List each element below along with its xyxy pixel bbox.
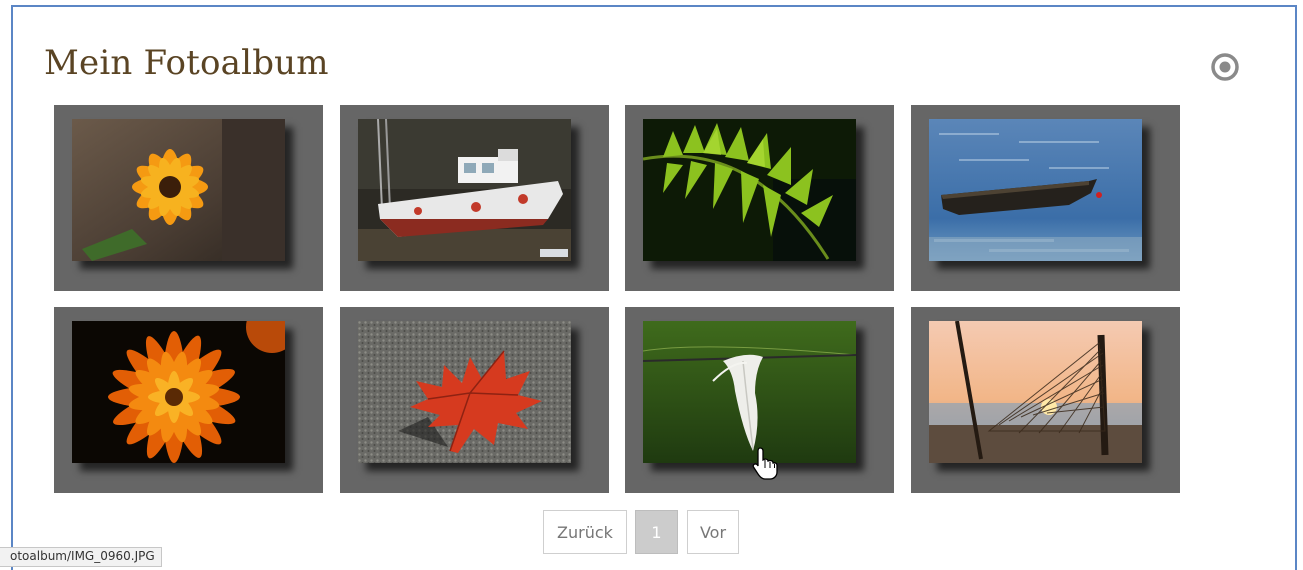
photo-thumbnail-boat[interactable] — [358, 119, 571, 261]
photo-tile[interactable] — [911, 307, 1180, 493]
prev-page-button[interactable]: Zurück — [543, 510, 627, 554]
photo-tile[interactable] — [340, 307, 609, 493]
status-url-text: otoalbum/IMG_0960.JPG — [10, 549, 155, 563]
photo-thumbnail-chrysanthemum[interactable] — [72, 321, 285, 463]
next-page-button[interactable]: Vor — [687, 510, 739, 554]
settings-circle-icon[interactable] — [1210, 52, 1240, 82]
photo-tile[interactable] — [911, 105, 1180, 291]
photo-tile[interactable] — [54, 307, 323, 493]
current-page-indicator: 1 — [635, 510, 678, 554]
photo-thumbnail-net[interactable] — [929, 321, 1142, 463]
photo-thumbnail-leaf[interactable] — [358, 321, 571, 463]
photo-thumbnail-fern[interactable] — [643, 119, 856, 261]
photo-thumbnail-flower[interactable] — [72, 119, 285, 261]
photo-thumbnail-feather[interactable] — [643, 321, 856, 463]
photo-thumbnail-rowboat[interactable] — [929, 119, 1142, 261]
photo-tile[interactable] — [54, 105, 323, 291]
photo-tile[interactable] — [625, 105, 894, 291]
status-bar-url: otoalbum/IMG_0960.JPG — [0, 547, 162, 567]
photo-tile[interactable] — [340, 105, 609, 291]
photo-tile[interactable] — [625, 307, 894, 493]
page-title: Mein Fotoalbum — [44, 43, 329, 83]
